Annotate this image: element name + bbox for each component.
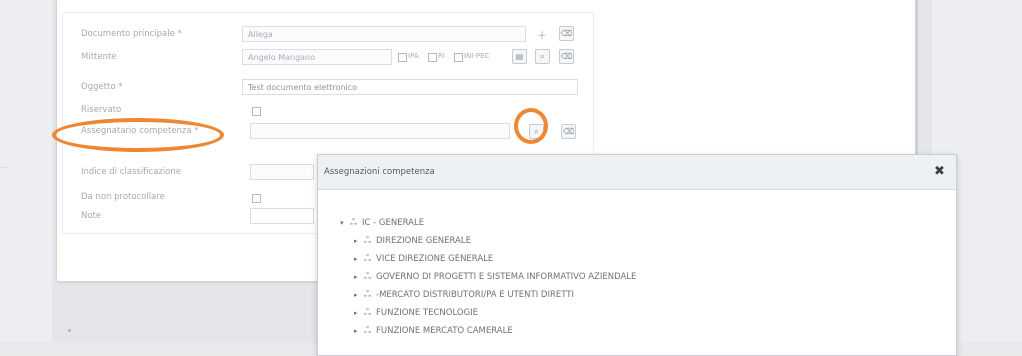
tree-item[interactable]: ▸ ஃ DIREZIONE GENERALE: [354, 233, 471, 249]
chevron-down-icon[interactable]: ▾: [340, 215, 350, 231]
label-note: Note: [81, 211, 102, 221]
tree-item-label: -MERCATO DISTRIBUTORI/PA E UTENTI DIRETT…: [376, 290, 574, 300]
riservato-checkbox[interactable]: [252, 107, 261, 116]
label-da-non-protocollare: Da non protocollare: [81, 192, 165, 202]
chevron-right-icon[interactable]: ▸: [354, 323, 364, 339]
da-non-protocollare-checkbox[interactable]: [252, 194, 261, 203]
address-book-icon[interactable]: ▤: [512, 49, 527, 64]
tree-item[interactable]: ▸ ஃ -MERCATO DISTRIBUTORI/PA E UTENTI DIRE…: [354, 287, 574, 303]
close-icon[interactable]: ✖: [932, 164, 947, 179]
tree-root-label: IC - GENERALE: [362, 218, 425, 228]
tree-root[interactable]: ▾ ஃ IC - GENERALE: [340, 215, 424, 231]
documento-principale-field[interactable]: Allega: [242, 26, 526, 42]
label-oggetto: Oggetto *: [81, 82, 123, 92]
ini-pec-checkbox[interactable]: [454, 53, 463, 62]
org-unit-icon: ஃ: [364, 290, 372, 300]
tree-item-label: FUNZIONE MERCATO CAMERALE: [376, 326, 513, 336]
oggetto-textarea[interactable]: Test documento elettronico: [242, 79, 578, 95]
ini-pec-label: INI-PEC: [464, 52, 490, 60]
add-icon[interactable]: ＋: [537, 27, 547, 42]
assegnazioni-modal: Assegnazioni competenza ✖ ▾ ஃ IC - GENERAL…: [317, 154, 957, 356]
highlight-search-button: [514, 108, 548, 144]
eraser-icon[interactable]: ⌫: [559, 26, 574, 41]
tree-item-label: FUNZIONE TECNOLOGIE: [376, 308, 479, 318]
assegnatario-field[interactable]: [250, 123, 510, 139]
ipa-label: IPA: [408, 52, 419, 60]
ri-label: RI: [438, 52, 445, 60]
chevron-right-icon[interactable]: ▸: [354, 251, 364, 267]
label-indice-classificazione: Indice di classificazione: [81, 167, 182, 177]
modal-header: Assegnazioni competenza ✖: [318, 155, 956, 190]
mittente-field[interactable]: Angelo Mangano: [242, 49, 392, 65]
tree-item-label: VICE DIREZIONE GENERALE: [376, 254, 494, 264]
tree-item-label: GOVERNO DI PROGETTI E SISTEMA INFORMATIV…: [376, 272, 637, 282]
org-unit-icon: ஃ: [364, 308, 372, 318]
scroll-indicator: [68, 329, 71, 332]
org-unit-icon: ஃ: [350, 218, 358, 228]
sidebar-faint-text: ·····: [0, 164, 12, 172]
org-unit-icon: ஃ: [364, 326, 372, 336]
ri-checkbox[interactable]: [428, 53, 437, 62]
label-documento-principale: Documento principale *: [81, 29, 182, 39]
chevron-right-icon[interactable]: ▸: [354, 269, 364, 285]
modal-title: Assegnazioni competenza: [324, 167, 435, 177]
eraser-icon[interactable]: ⌫: [561, 124, 576, 139]
search-icon[interactable]: ⌕: [535, 49, 550, 64]
chevron-right-icon[interactable]: ▸: [354, 233, 364, 249]
tree-item-label: DIREZIONE GENERALE: [376, 236, 471, 246]
label-riservato: Riservato: [81, 105, 122, 115]
org-unit-icon: ஃ: [364, 272, 372, 282]
label-mittente: Mittente: [81, 52, 117, 62]
tree-item[interactable]: ▸ ஃ GOVERNO DI PROGETTI E SISTEMA INFORMAT…: [354, 269, 636, 285]
indice-field[interactable]: [250, 164, 314, 180]
org-unit-icon: ஃ: [364, 254, 372, 264]
ipa-checkbox[interactable]: [398, 53, 407, 62]
highlight-assegnatario-label: [52, 118, 224, 152]
left-sidebar: ·····: [0, 0, 52, 342]
note-textarea[interactable]: [250, 208, 314, 224]
tree-item[interactable]: ▸ ஃ FUNZIONE MERCATO CAMERALE: [354, 323, 513, 339]
eraser-icon[interactable]: ⌫: [559, 49, 574, 64]
tree-item[interactable]: ▸ ஃ VICE DIREZIONE GENERALE: [354, 251, 493, 267]
chevron-right-icon[interactable]: ▸: [354, 287, 364, 303]
org-unit-icon: ஃ: [364, 236, 372, 246]
chevron-right-icon[interactable]: ▸: [354, 305, 364, 321]
tree-item[interactable]: ▸ ஃ FUNZIONE TECNOLOGIE: [354, 305, 478, 321]
